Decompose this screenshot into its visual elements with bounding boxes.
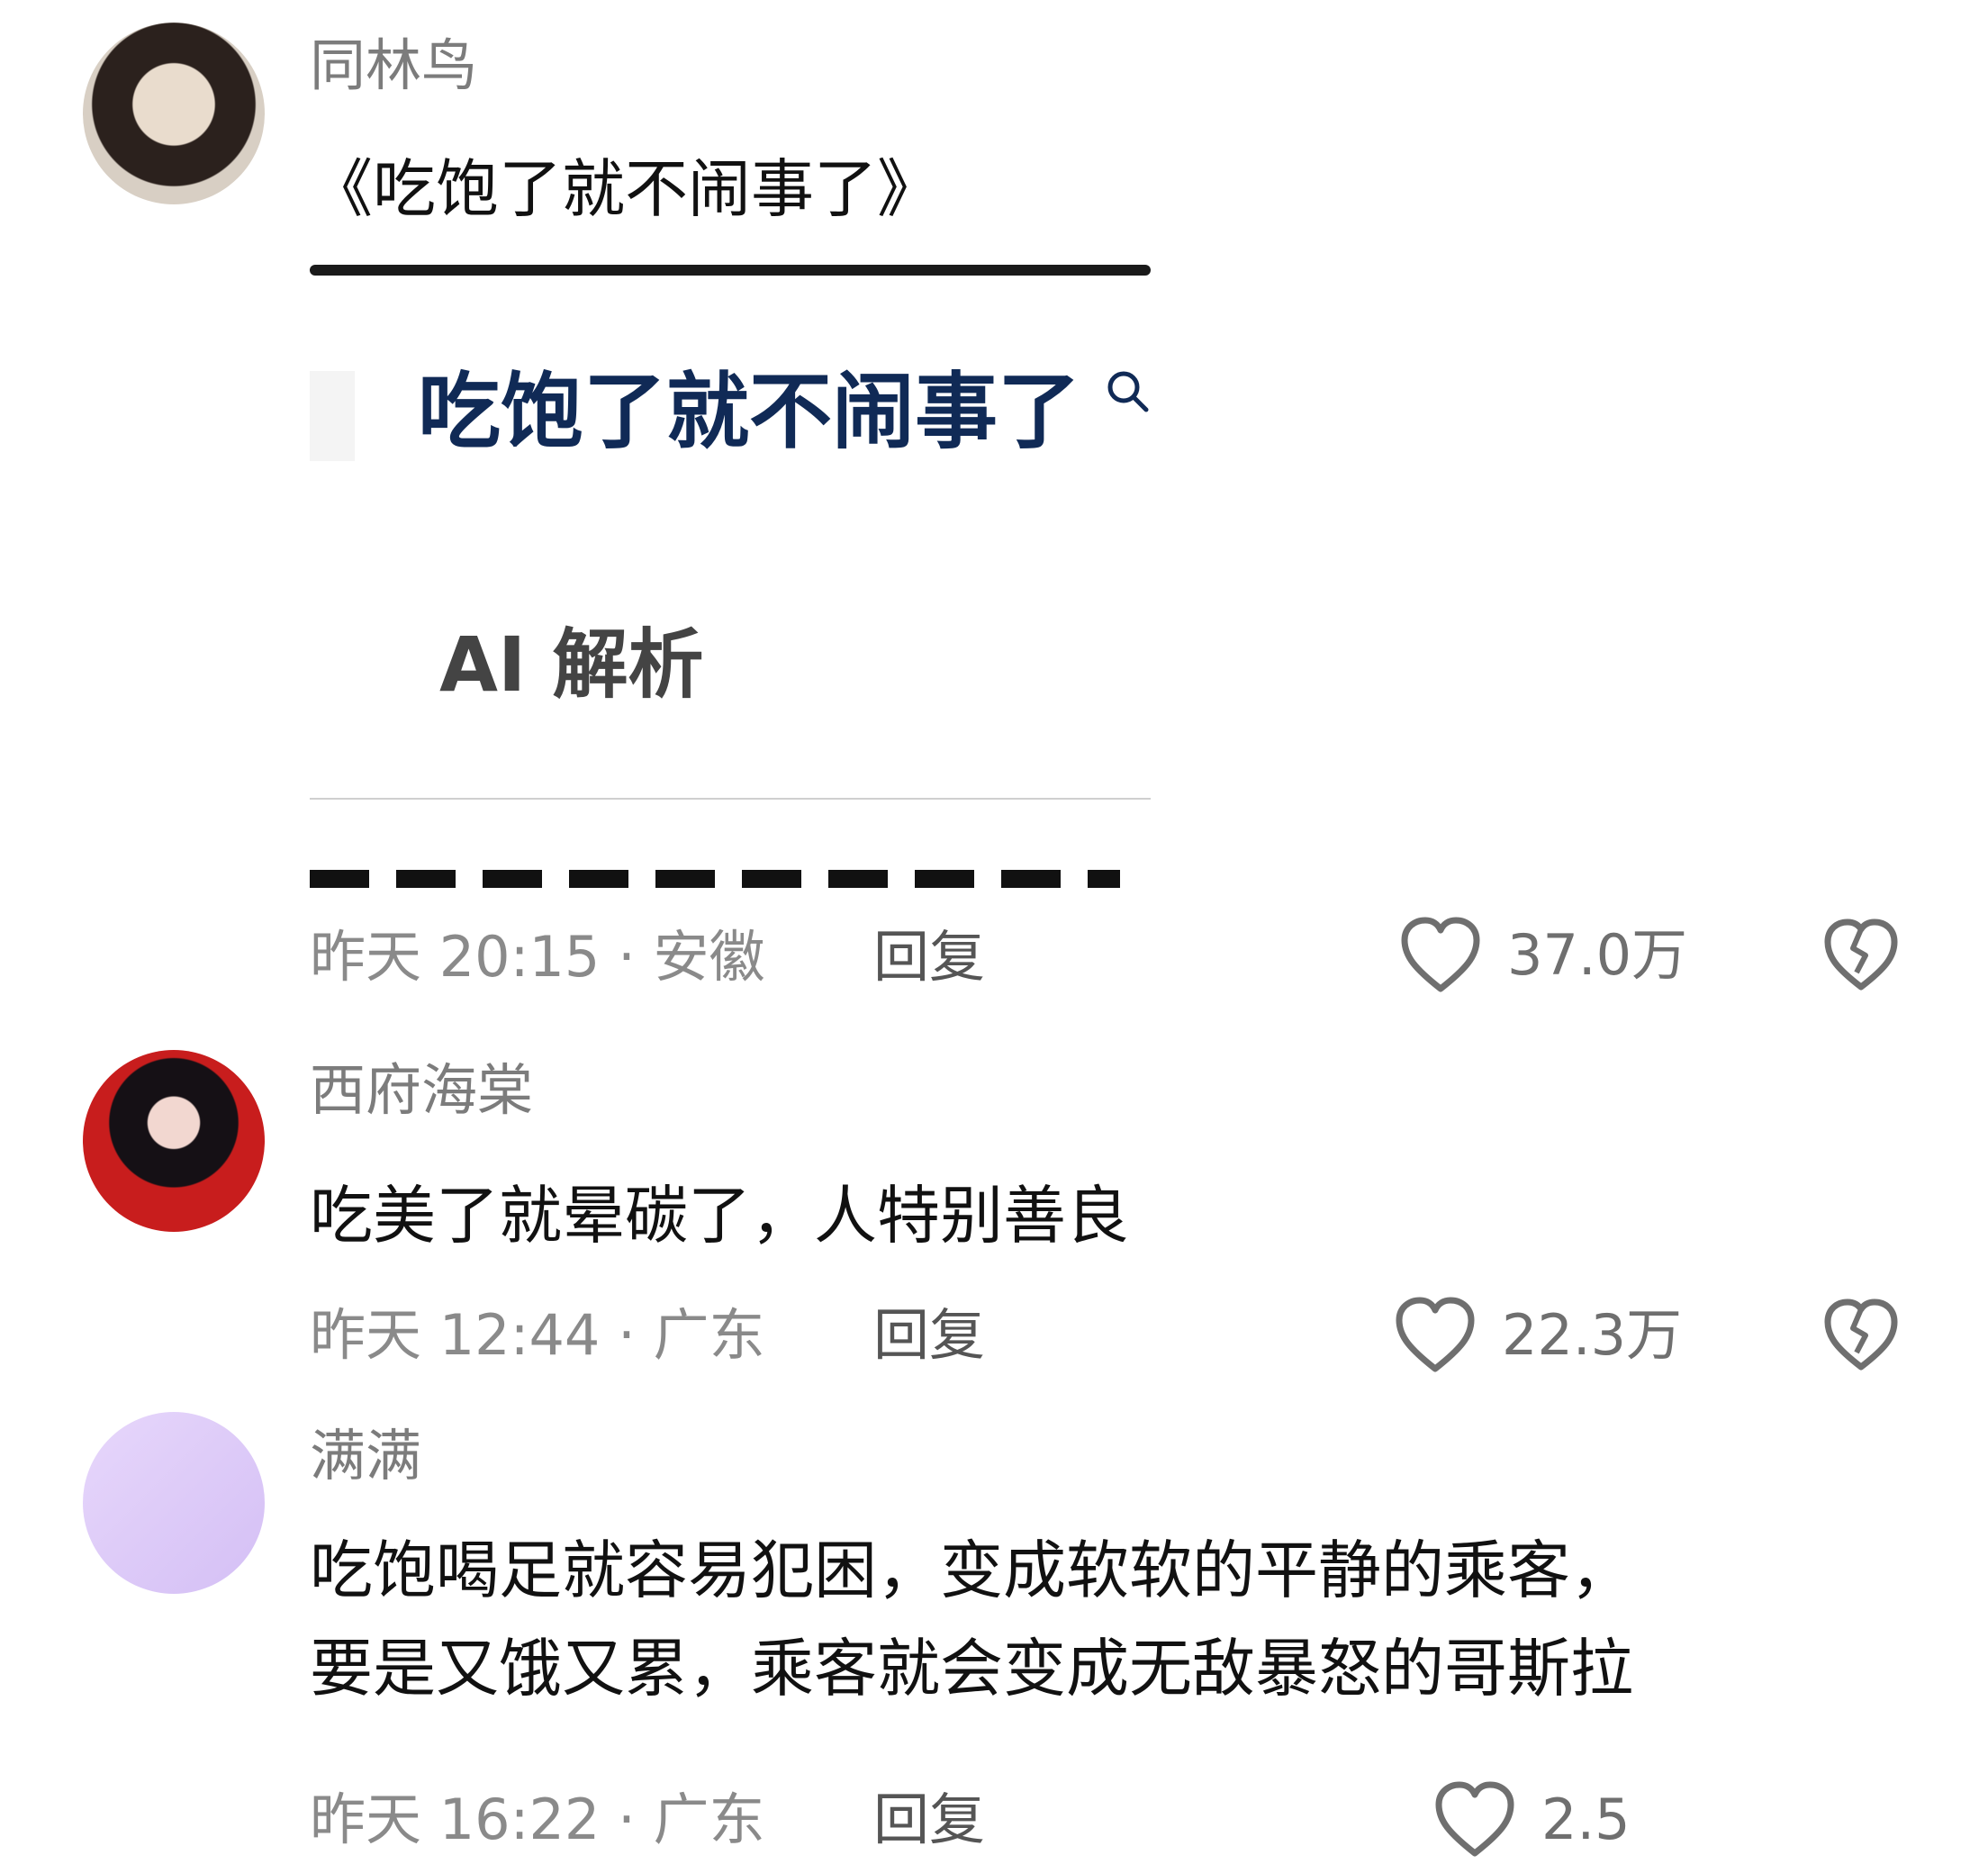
comment-text: 吃饱喝足就容易犯困，变成软软的平静的乘客， 要是又饿又累，乘客就会变成无敌暴怒的… — [310, 1534, 1633, 1706]
username[interactable]: 满满 — [310, 1428, 421, 1484]
like-count: 2.5 — [1541, 1787, 1631, 1852]
avatar[interactable] — [83, 23, 265, 204]
username[interactable]: 西府海棠 — [310, 1063, 533, 1118]
dislike-button[interactable] — [1822, 917, 1900, 994]
comment-meta: 昨天 20:15 · 安徽 — [310, 924, 765, 990]
heart-outline-icon — [1401, 917, 1480, 992]
reply-button[interactable]: 回复 — [873, 1792, 985, 1848]
like-button[interactable]: 2.5 — [1433, 1781, 1631, 1859]
ai-analysis-label[interactable]: AI 解析 — [439, 627, 704, 702]
like-button[interactable]: 37.0万 — [1399, 917, 1687, 994]
like-count: 22.3万 — [1502, 1302, 1683, 1368]
embed-divider — [310, 798, 1151, 800]
avatar[interactable] — [83, 1050, 265, 1232]
avatar[interactable] — [83, 1412, 265, 1594]
comment-meta: 昨天 16:22 · 广东 — [310, 1787, 765, 1852]
username[interactable]: 同林鸟 — [310, 38, 477, 94]
like-count: 37.0万 — [1507, 922, 1688, 988]
comment-text: 《吃饱了就不闹事了》 — [310, 152, 940, 226]
comment-meta: 昨天 12:44 · 广东 — [310, 1302, 765, 1368]
embed-search-query: 吃饱了就不闹事了 — [418, 364, 1081, 460]
embed-clipped-text — [310, 870, 1120, 888]
reply-button[interactable]: 回复 — [873, 1307, 985, 1363]
embedded-search-card[interactable]: 吃饱了就不闹事了 AI 解析 — [310, 265, 1151, 888]
embed-top-bar — [310, 265, 1151, 276]
reply-button[interactable]: 回复 — [873, 929, 985, 985]
heart-outline-icon — [1396, 1297, 1475, 1372]
broken-heart-icon — [1824, 1298, 1898, 1371]
dislike-button[interactable] — [1822, 1297, 1900, 1374]
broken-heart-icon — [1824, 918, 1898, 991]
comment-text: 吃美了就晕碳了，人特别善良 — [310, 1179, 1129, 1253]
embed-cut-edge — [310, 371, 355, 461]
like-button[interactable]: 22.3万 — [1394, 1297, 1682, 1374]
search-icon — [1107, 371, 1149, 412]
heart-outline-icon — [1435, 1781, 1514, 1857]
